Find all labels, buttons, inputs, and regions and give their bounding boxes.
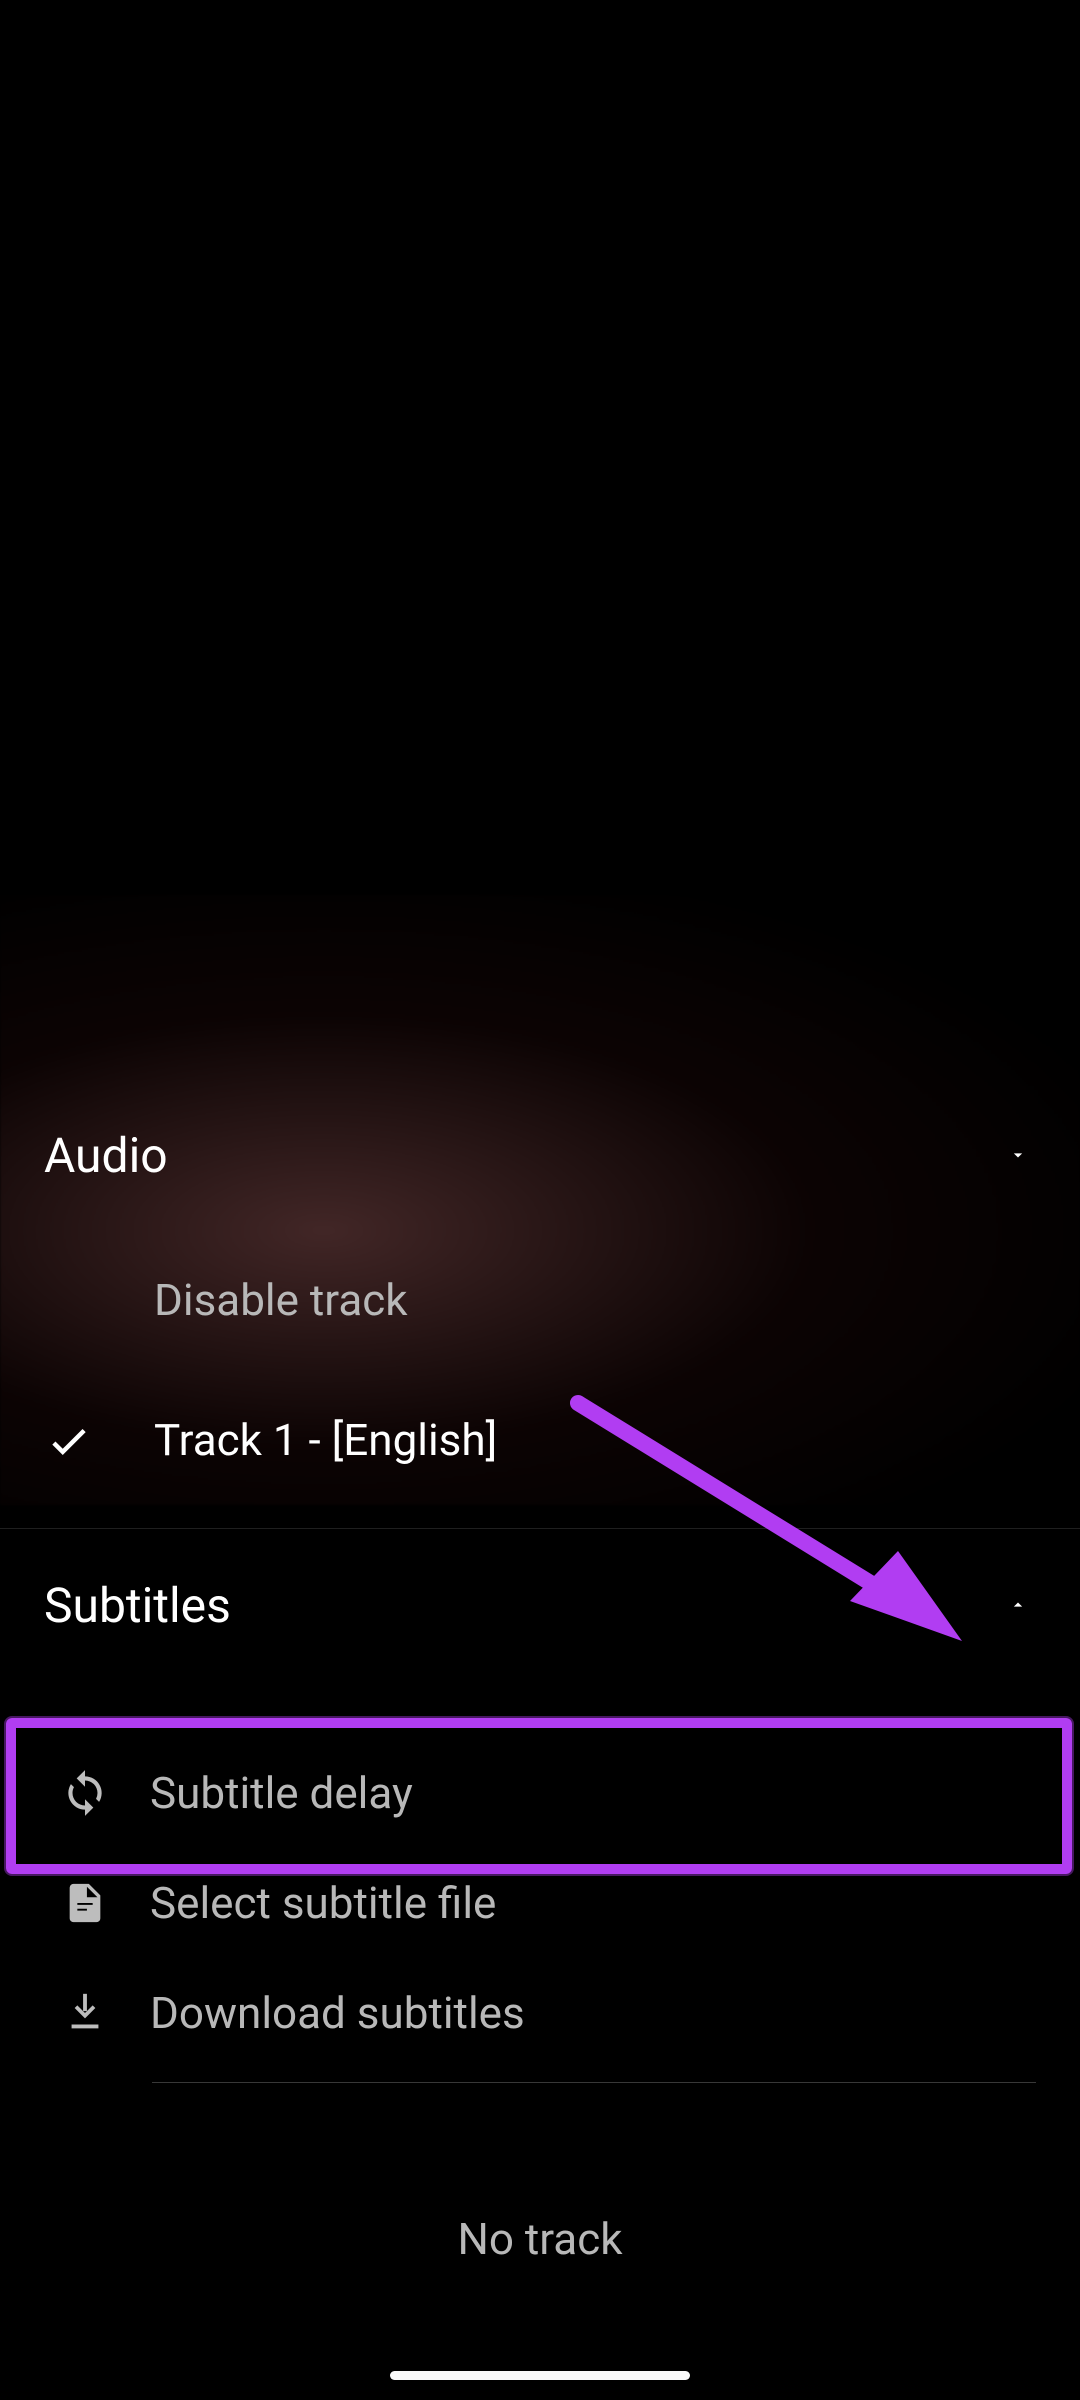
subtitles-section-header[interactable]: Subtitles <box>0 1530 1080 1680</box>
download-icon <box>20 1987 150 2039</box>
audio-option-track1[interactable]: Track 1 - [English] <box>0 1370 1080 1510</box>
subtitle-delay-label: Subtitle delay <box>150 1767 413 1819</box>
audio-option-label: Track 1 - [English] <box>154 1414 497 1466</box>
download-subtitles-button[interactable]: Download subtitles <box>0 1958 1080 2068</box>
download-subtitles-label: Download subtitles <box>150 1987 525 2039</box>
sync-icon <box>20 1768 150 1818</box>
chevron-down-icon <box>1000 1137 1036 1173</box>
select-subtitle-file-button[interactable]: Select subtitle file <box>0 1848 1080 1958</box>
home-indicator[interactable] <box>390 2371 690 2380</box>
list-divider <box>152 2082 1036 2083</box>
audio-section-label: Audio <box>44 1127 1000 1184</box>
audio-option-disable[interactable]: Disable track <box>0 1230 1080 1370</box>
subtitle-delay-button[interactable]: Subtitle delay <box>0 1738 1080 1848</box>
select-subtitle-file-label: Select subtitle file <box>150 1877 496 1929</box>
no-subtitle-track-label: No track <box>0 2213 1080 2265</box>
subtitles-section-label: Subtitles <box>44 1577 1000 1634</box>
audio-section-header[interactable]: Audio <box>0 1080 1080 1230</box>
section-divider <box>0 1528 1080 1529</box>
check-icon <box>44 1415 154 1465</box>
file-icon <box>20 1877 150 1929</box>
chevron-up-icon <box>1000 1587 1036 1623</box>
audio-option-label: Disable track <box>154 1274 408 1326</box>
